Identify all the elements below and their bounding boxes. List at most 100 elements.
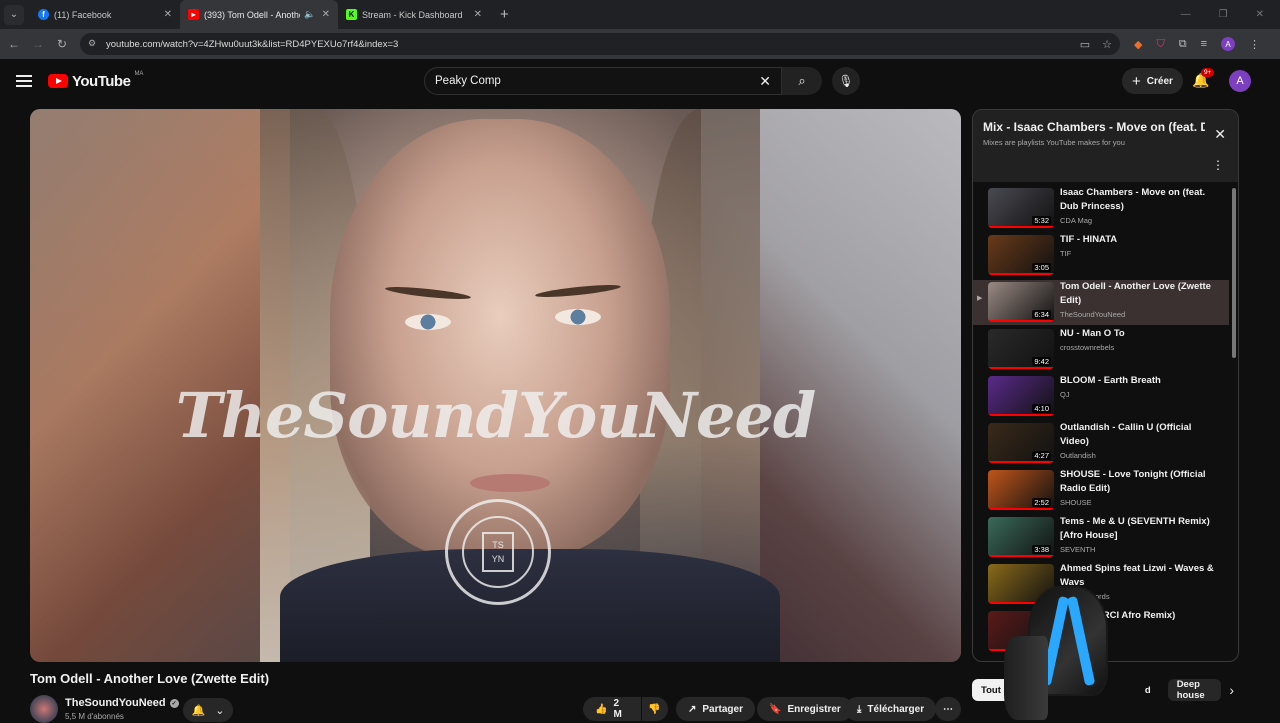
playlist-item[interactable]: 3:38 Tems - Me & U (SEVENTH Remix) [Afro … [973,515,1229,561]
more-actions-button[interactable]: ⋯ [935,697,961,721]
minimize-icon[interactable]: — [1181,9,1191,20]
playlist-item-title[interactable]: TIF - HINATA [1060,233,1220,247]
playlist-item[interactable]: 5:32 Isaac Chambers - Move on (feat. Dub … [973,186,1229,232]
like-button[interactable]: 👍 2 M [583,697,641,721]
menu-icon[interactable] [16,75,32,87]
maximize-icon[interactable]: ❐ [1219,9,1228,20]
close-icon[interactable]: ✕ [322,9,330,20]
site-info-icon[interactable]: ⚙ [88,38,100,50]
playlist-item[interactable]: ▶ 6:34 Tom Odell - Another Love (Zwette Ed… [973,279,1229,326]
verified-icon: ✓ [169,698,179,708]
extensions-puzzle-icon[interactable]: ⧉ [1179,38,1187,51]
new-tab-button[interactable]: + [500,6,509,23]
video-frame-detail [405,314,451,330]
search-button[interactable]: ⌕ [782,67,822,95]
playlist-item-thumbnail[interactable]: 4:27 [988,423,1054,464]
playlist-item-thumbnail[interactable]: 6:34 [988,281,1054,322]
youtube-logo[interactable]: YouTube MA [48,70,144,90]
playlist-item-meta: TIF - HINATA TIF [1060,233,1220,279]
playlist-item[interactable]: 2:52 SHOUSE - Love Tonight (Official Radi… [973,468,1229,514]
watched-progress-bar [988,319,1054,322]
search-input[interactable]: Peaky Comp ✕ [424,67,782,95]
playlist-item[interactable]: 4:27 Outlandish - Callin U (Official Vide… [973,421,1229,467]
tab-search-button[interactable]: ⌄ [4,4,24,25]
channel-name-text: TheSoundYouNeed [65,697,166,709]
close-icon[interactable]: ✕ [164,9,172,20]
playlist-header: Mix - Isaac Chambers - Move on (feat. Du… [973,110,1238,182]
share-button[interactable]: ↗ Partager [676,697,755,721]
media-control-icon[interactable]: ≡ [1201,38,1207,50]
subscription-bell-button[interactable]: 🔔 ⌄ [183,698,233,722]
close-icon[interactable]: ✕ [1214,126,1226,143]
extension-shield-icon[interactable]: ⛉ [1156,38,1164,51]
channel-name[interactable]: TheSoundYouNeed ✓ [65,697,179,709]
more-vert-icon[interactable]: ⋮ [1212,158,1224,172]
chip-deep-house[interactable]: Deep house [1167,679,1222,701]
bookmark-star-icon[interactable]: ☆ [1102,38,1112,51]
voice-search-button[interactable]: 🎙 [832,67,860,95]
playlist-item-thumbnail[interactable]: 4:10 [988,375,1054,416]
playlist-item[interactable]: 3:05 TIF - HINATA TIF [973,233,1229,279]
playlist-title[interactable]: Mix - Isaac Chambers - Move on (feat. Du… [983,120,1205,134]
playlist-item-title[interactable]: Outlandish - Callin U (Official Video) [1060,421,1220,449]
playlist-item-title[interactable]: SHOUSE - Love Tonight (Official Radio Ed… [1060,468,1220,496]
profile-avatar[interactable]: A [1221,37,1235,51]
playlist-item-thumbnail[interactable]: 9:42 [988,328,1054,369]
playlist-item-thumbnail[interactable]: 2:52 [988,470,1054,511]
create-button[interactable]: + Créer [1122,68,1183,94]
extension-fox-icon[interactable]: ◆ [1134,38,1142,51]
playlist-item-thumbnail[interactable]: 3:05 [988,234,1054,275]
close-icon[interactable]: ✕ [474,9,482,20]
country-code: MA [134,70,144,77]
chip-partial[interactable]: d [1136,679,1160,701]
duration-badge: 5:32 [1032,215,1051,225]
playlist-subtitle: Mixes are playlists YouTube makes for yo… [983,138,1125,147]
save-label: Enregistrer [787,703,841,715]
duration-badge: 2:52 [1032,498,1051,508]
video-frame-face [330,119,670,559]
browser-tab-bar: ⌄ f (11) Facebook ✕ ▸ (393) Tom Odell - … [0,0,1280,29]
browser-tab-kick[interactable]: K Stream - Kick Dashboard ✕ [338,0,490,29]
url-field[interactable]: ⚙ youtube.com/watch?v=4ZHwu0uut3k&list=R… [80,33,1120,55]
duration-badge: 3:05 [1032,262,1051,272]
duration-badge: 9:42 [1032,356,1051,366]
url-text: youtube.com/watch?v=4ZHwu0uut3k&list=RD4… [106,38,399,50]
back-icon[interactable]: ← [2,37,26,51]
download-icon: ⤓ [857,703,862,715]
video-frame-detail [555,309,601,325]
reload-icon[interactable]: ↻ [50,37,74,51]
avatar[interactable]: A [1229,70,1251,92]
playlist-item-thumbnail[interactable]: 3:38 [988,517,1054,558]
playlist-item-thumbnail[interactable]: 5:32 [988,187,1054,228]
dislike-button[interactable]: 👎 [642,697,668,721]
clear-search-icon[interactable]: ✕ [759,73,771,90]
download-label: Télécharger [867,703,925,715]
playlist-scrollbar[interactable] [1232,188,1236,358]
playlist-item-title[interactable]: BLOOM - Earth Breath [1060,374,1220,388]
playlist-item[interactable]: 9:42 NU - Man O To crosstownrebels [973,327,1229,373]
browser-menu-icon[interactable]: ⋮ [1249,38,1260,51]
youtube-icon: ▸ [188,9,199,20]
playlist-item-title[interactable]: Tems - Me & U (SEVENTH Remix) [Afro Hous… [1060,515,1220,543]
browser-tab-facebook[interactable]: f (11) Facebook ✕ [30,0,180,29]
playlist-item[interactable]: 4:10 BLOOM - Earth Breath QJ [973,374,1229,420]
channel-avatar[interactable] [30,695,58,723]
forward-icon[interactable]: → [26,37,50,51]
video-player[interactable]: TheSoundYouNeed TS YN [30,109,961,662]
close-window-icon[interactable]: ✕ [1256,9,1264,20]
browser-tab-youtube[interactable]: ▸ (393) Tom Odell - Another l 🔈 ✕ [180,0,338,29]
facebook-icon: f [38,9,49,20]
cast-icon[interactable]: ▭ [1080,38,1090,51]
playlist-item-meta: Tems - Me & U (SEVENTH Remix) [Afro Hous… [1060,515,1220,561]
playlist-item-title[interactable]: Tom Odell - Another Love (Zwette Edit) [1060,280,1220,308]
chevron-right-icon[interactable]: › [1229,682,1234,698]
save-button[interactable]: 🔖 Enregistrer [757,697,853,721]
playlist-item-meta: Isaac Chambers - Move on (feat. Dub Prin… [1060,186,1220,232]
download-button[interactable]: ⤓ Télécharger [845,697,937,721]
playlist-item-title[interactable]: Isaac Chambers - Move on (feat. Dub Prin… [1060,186,1220,214]
logo-wordmark: YouTube [72,72,131,90]
notifications-button[interactable]: 🔔 9+ [1192,68,1215,89]
gaming-chair-arm [1004,636,1048,720]
speaker-icon[interactable]: 🔈 [304,9,315,20]
playlist-item-title[interactable]: NU - Man O To [1060,327,1220,341]
